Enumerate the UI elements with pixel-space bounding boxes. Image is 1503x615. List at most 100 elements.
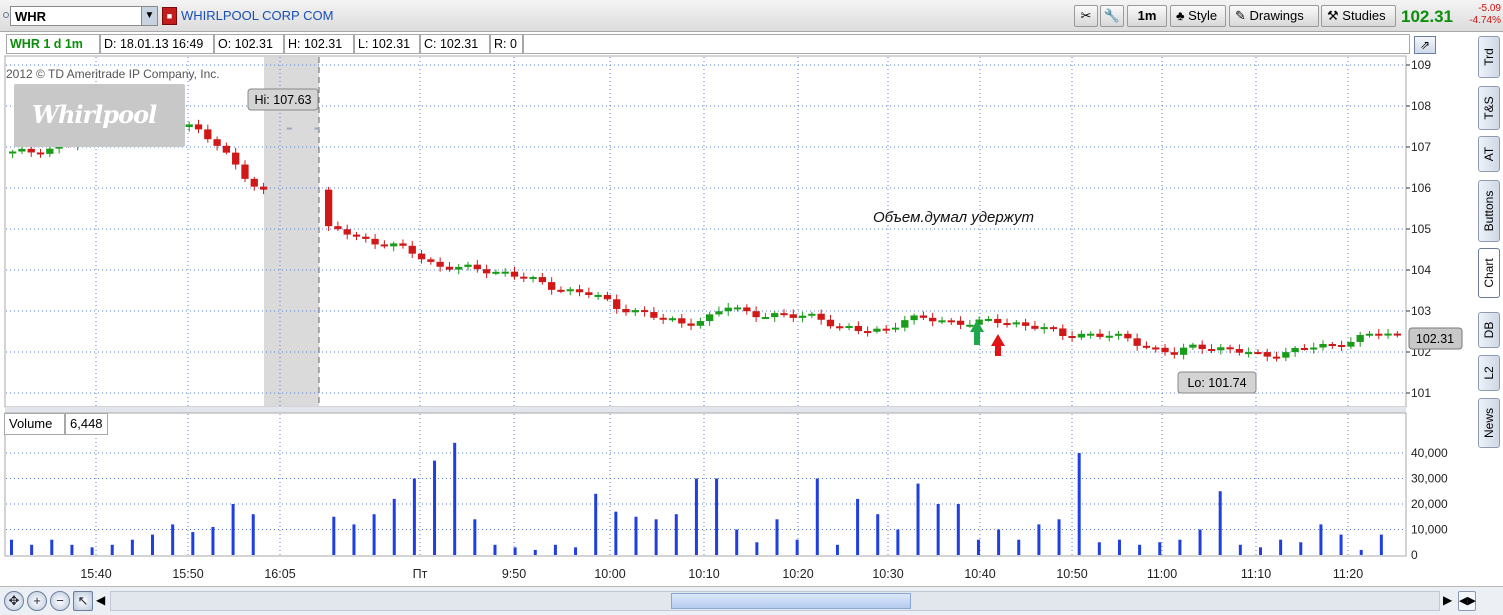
tab-buttons[interactable]: Buttons [1478, 180, 1500, 242]
interval-button[interactable]: 1m [1127, 5, 1167, 27]
scrollbar-thumb[interactable] [671, 593, 911, 609]
candle-body [1300, 347, 1309, 350]
volume-bar [1097, 542, 1101, 555]
tab-db[interactable]: DB [1478, 312, 1500, 348]
candle-body [715, 311, 723, 315]
candle-body [1207, 349, 1216, 352]
time-axis-label: Пт [413, 567, 428, 581]
low-marker: Lo: 101.74 [1177, 371, 1257, 394]
candle-body [603, 294, 612, 300]
volume-bar [1319, 524, 1323, 555]
tools-icon[interactable]: ✂ [1074, 5, 1098, 27]
candle-body [46, 148, 54, 154]
volume-bar [1218, 491, 1222, 555]
candle-body [362, 236, 370, 239]
volume-bar [956, 504, 960, 555]
volume-bar [1339, 534, 1343, 555]
pane-splitter [5, 407, 1406, 413]
style-button[interactable]: ♣ Style [1170, 5, 1226, 27]
tab-news[interactable]: News [1478, 398, 1500, 448]
cursor-icon[interactable]: ↖ [73, 591, 93, 611]
studies-button[interactable]: ⚒ Studies [1321, 5, 1396, 27]
volume-bar [795, 539, 799, 555]
price-axis-label: 101 [1411, 386, 1431, 400]
time-axis-label: 9:50 [502, 567, 526, 581]
time-axis-label: 16:05 [264, 567, 295, 581]
candle-body [761, 317, 770, 320]
candle-body [1031, 325, 1039, 329]
candle-body [678, 318, 686, 324]
tab-buttons-label: Buttons [1482, 190, 1496, 232]
volume-bar [715, 478, 719, 555]
time-axis-label: 10:20 [782, 567, 813, 581]
candle-body [520, 276, 528, 279]
tab-trd[interactable]: Trd [1478, 36, 1500, 78]
volume-bar [1077, 453, 1081, 555]
volume-bar [533, 549, 537, 555]
tab-chart[interactable]: Chart [1478, 248, 1500, 298]
time-axis-label: 10:00 [594, 567, 625, 581]
pan-icon[interactable]: ✥ [4, 591, 24, 611]
candle-body [1226, 347, 1234, 350]
candle-body [966, 324, 974, 327]
volume-bar [70, 544, 74, 555]
candle-body [1365, 333, 1374, 336]
candle-body [585, 292, 593, 296]
zoom-out-icon[interactable]: − [50, 591, 70, 611]
symbol-input[interactable]: WHR ▼ [10, 6, 158, 26]
zoom-in-icon[interactable]: + [27, 591, 47, 611]
scroll-right-icon[interactable]: ▶ [1443, 593, 1452, 607]
volume-bar [231, 504, 235, 555]
tab-l2[interactable]: L2 [1478, 355, 1500, 391]
candle-body [696, 321, 704, 326]
tab-ts[interactable]: T&S [1478, 86, 1500, 130]
copyright-text: 2012 © TD Ameritrade IP Company, Inc. [6, 67, 220, 81]
price-volume-chart[interactable]: 15:40 15:50 16:05 Пт 9:50 10:00 10:10 10:20 10:3… [0, 31, 1470, 586]
candle-body [482, 269, 491, 274]
candle-body [1124, 333, 1132, 339]
volume-bar [453, 442, 457, 555]
wrench-icon[interactable]: 🔧 [1100, 5, 1124, 27]
volume-axis-label: 10,000 [1411, 523, 1448, 537]
price-axis-label: 107 [1411, 140, 1431, 154]
time-scrollbar[interactable] [110, 591, 1440, 611]
alert-flag-icon[interactable]: ■ [162, 7, 177, 25]
volume-axis-label: 20,000 [1411, 497, 1448, 511]
volume-bar [392, 498, 396, 555]
candle-body [334, 226, 342, 230]
tab-l2-label: L2 [1482, 366, 1496, 380]
symbol-dropdown-icon[interactable]: ▼ [141, 7, 157, 25]
candle-body [752, 311, 760, 318]
candle-body [1059, 328, 1067, 337]
scroll-left-icon[interactable]: ◀ [96, 593, 105, 607]
candle-body [789, 314, 797, 318]
candle-body [417, 253, 426, 260]
volume-bar [976, 539, 980, 555]
volume-bar [856, 498, 860, 555]
candle-body [733, 307, 742, 310]
volume-bar [513, 547, 517, 555]
candle-body [1198, 344, 1206, 350]
volume-bar [433, 460, 437, 555]
candle-body [371, 238, 379, 245]
expand-icon[interactable]: ◀▶ [1458, 591, 1476, 611]
link-indicator-icon[interactable] [3, 12, 9, 18]
candle-body [185, 124, 193, 128]
candle-body [36, 152, 45, 155]
tab-at[interactable]: AT [1478, 136, 1500, 172]
drawings-button[interactable]: ✎ Drawings [1229, 5, 1319, 27]
candle-body [1328, 344, 1336, 347]
candle-body [390, 243, 398, 247]
candle-body [826, 319, 835, 327]
candle-body [817, 313, 825, 320]
candle-body [18, 148, 26, 152]
candle-body [1170, 352, 1178, 355]
volume-bar [654, 519, 658, 555]
candle-body [1235, 348, 1244, 353]
volume-axis-label: 40,000 [1411, 446, 1448, 460]
candle-body [343, 229, 351, 235]
candle-body [548, 282, 556, 290]
price-axis-label: 108 [1411, 99, 1431, 113]
volume-value: 6,448 [65, 413, 108, 435]
volume-bar [30, 544, 34, 555]
